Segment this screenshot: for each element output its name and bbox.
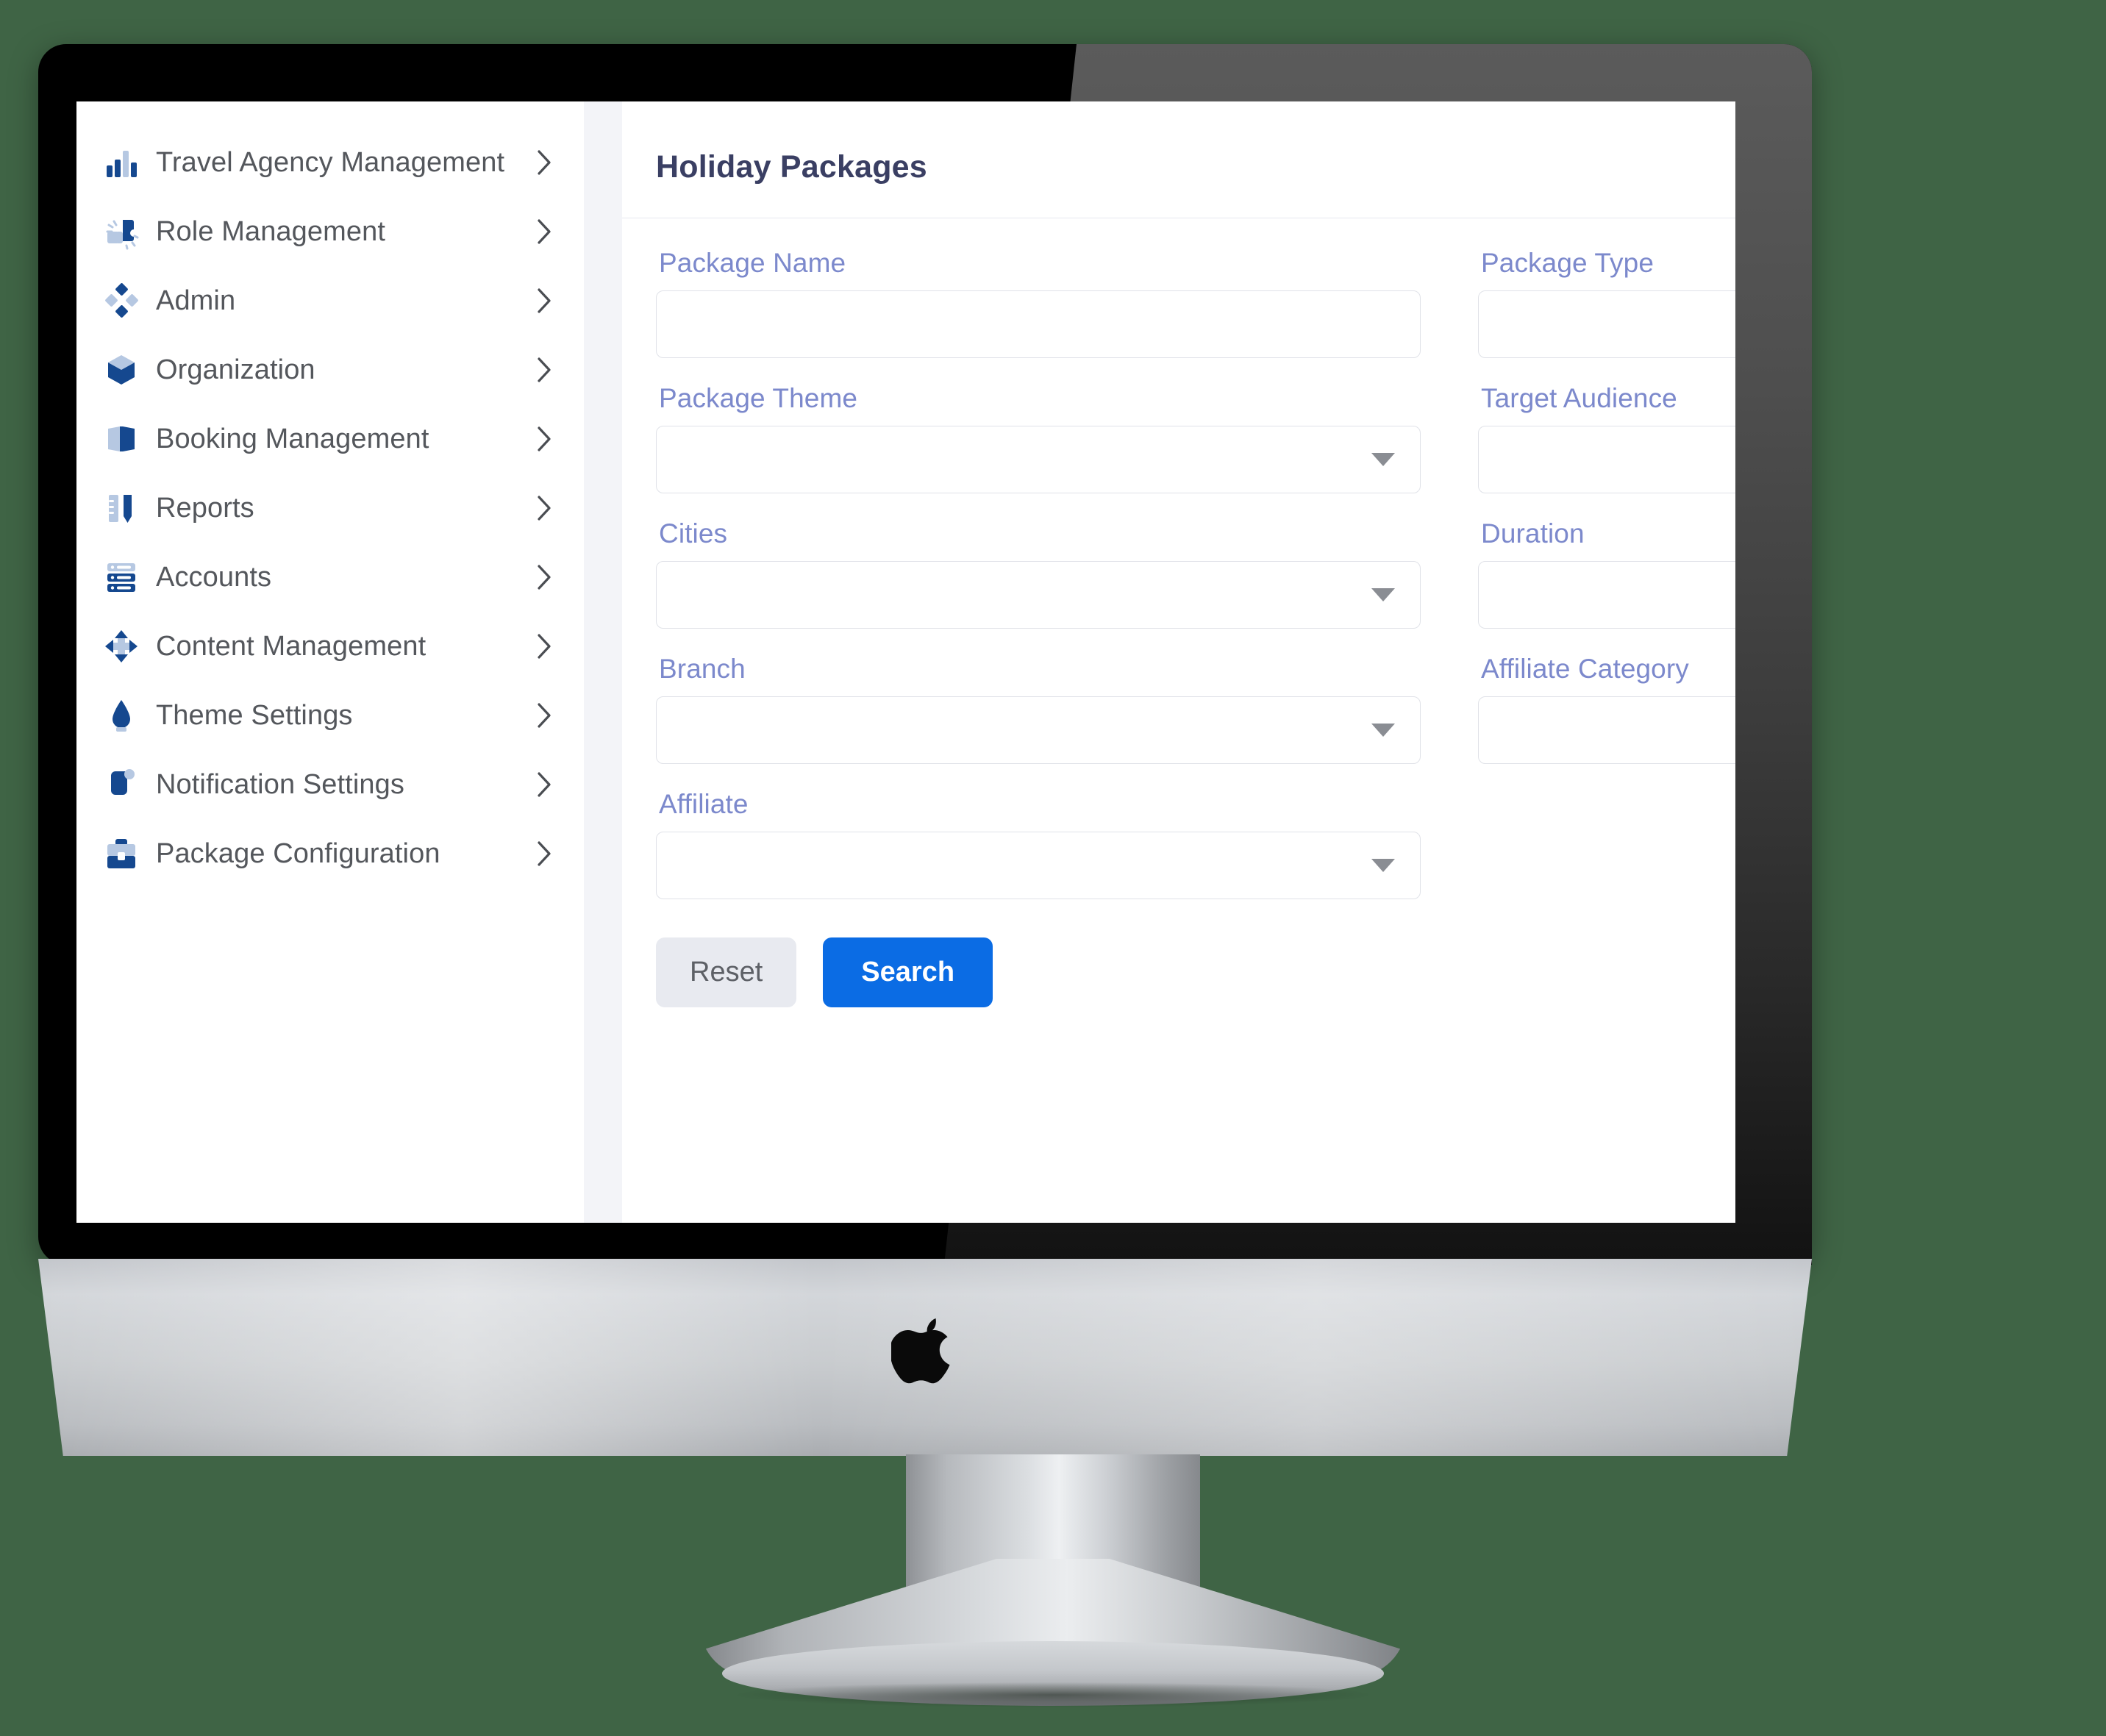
form-actions: Reset Search xyxy=(622,924,1735,1007)
sidebar-item-role-management[interactable]: Role Management xyxy=(76,197,584,266)
app-window: Travel Agency Management Role Management… xyxy=(76,101,1735,1223)
field-label: Cities xyxy=(659,518,728,549)
chevron-right-icon xyxy=(529,424,559,454)
sidebar: Travel Agency Management Role Management… xyxy=(76,101,584,1223)
bell-badge-icon xyxy=(97,763,146,806)
field-label: Package Name xyxy=(659,247,846,278)
branch-select[interactable] xyxy=(656,696,1421,764)
cube-icon xyxy=(97,349,146,391)
imac-monitor: Travel Agency Management Role Management… xyxy=(38,44,1812,1265)
main-content: Holiday Packages Package Name Package Ty… xyxy=(622,101,1735,1223)
chevron-right-icon xyxy=(529,770,559,799)
target-audience-input[interactable] xyxy=(1478,425,1735,493)
package-type-input[interactable] xyxy=(1478,290,1735,358)
chevron-right-icon xyxy=(529,217,559,246)
sidebar-item-label: Reports xyxy=(156,492,254,524)
sidebar-item-booking-management[interactable]: Booking Management xyxy=(76,404,584,474)
field-package-theme: Package Theme xyxy=(656,383,1421,493)
stand-shadow xyxy=(737,1682,1369,1707)
chevron-right-icon xyxy=(529,355,559,385)
chevron-right-icon xyxy=(529,286,559,315)
chevron-down-icon xyxy=(1371,723,1395,737)
field-package-type: Package Type xyxy=(1478,248,1735,358)
sidebar-item-content-management[interactable]: Content Management xyxy=(76,612,584,681)
sidebar-item-label: Accounts xyxy=(156,561,272,593)
ink-drop-icon xyxy=(97,694,146,737)
package-name-input[interactable] xyxy=(656,290,1421,358)
sidebar-item-label: Package Configuration xyxy=(156,837,440,869)
sidebar-item-accounts[interactable]: Accounts xyxy=(76,543,584,612)
chevron-down-icon xyxy=(1371,587,1395,601)
ruler-icon xyxy=(97,487,146,529)
search-button[interactable]: Search xyxy=(823,937,993,1007)
chevron-down-icon xyxy=(1371,858,1395,872)
sidebar-item-label: Theme Settings xyxy=(156,699,353,731)
server-rack-icon xyxy=(97,556,146,599)
affiliate-category-input[interactable] xyxy=(1478,696,1735,764)
field-cities: Cities xyxy=(656,518,1421,629)
sidebar-item-travel-agency-management[interactable]: Travel Agency Management xyxy=(76,128,584,197)
puzzle-piece-icon xyxy=(97,210,146,253)
chevron-right-icon xyxy=(529,632,559,661)
chevron-right-icon xyxy=(529,701,559,730)
field-label: Package Theme xyxy=(659,382,858,413)
sidebar-item-label: Notification Settings xyxy=(156,768,404,800)
imac-chin xyxy=(38,1259,1812,1456)
sidebar-item-reports[interactable]: Reports xyxy=(76,474,584,543)
screen: Travel Agency Management Role Management… xyxy=(76,101,1735,1223)
sidebar-item-label: Organization xyxy=(156,354,315,385)
bar-chart-icon xyxy=(97,141,146,184)
field-label: Package Type xyxy=(1481,247,1655,278)
field-label: Duration xyxy=(1481,518,1585,549)
field-target-audience: Target Audience xyxy=(1478,383,1735,493)
field-affiliate-category: Affiliate Category xyxy=(1478,654,1735,764)
field-label: Target Audience xyxy=(1481,382,1677,413)
search-form: Package Name Package Type Package Theme xyxy=(622,218,1735,924)
cities-select[interactable] xyxy=(656,560,1421,629)
scene: Travel Agency Management Role Management… xyxy=(0,0,2106,1736)
chevron-right-icon xyxy=(529,562,559,592)
move-arrows-icon xyxy=(97,625,146,668)
sidebar-item-admin[interactable]: Admin xyxy=(76,266,584,335)
sidebar-item-theme-settings[interactable]: Theme Settings xyxy=(76,681,584,750)
package-theme-select[interactable] xyxy=(656,425,1421,493)
field-branch: Branch xyxy=(656,654,1421,764)
open-book-icon xyxy=(97,418,146,460)
chevron-right-icon xyxy=(529,148,559,177)
diamonds-icon xyxy=(97,279,146,322)
sidebar-item-organization[interactable]: Organization xyxy=(76,335,584,404)
sidebar-divider xyxy=(584,101,622,1223)
field-affiliate: Affiliate xyxy=(656,789,1421,899)
sidebar-item-label: Content Management xyxy=(156,630,426,662)
field-label: Affiliate Category xyxy=(1481,653,1689,684)
duration-input[interactable] xyxy=(1478,560,1735,629)
chevron-right-icon xyxy=(529,839,559,868)
reset-button[interactable]: Reset xyxy=(656,937,797,1007)
chevron-right-icon xyxy=(529,493,559,523)
affiliate-select[interactable] xyxy=(656,831,1421,899)
field-package-name: Package Name xyxy=(656,248,1421,358)
page-title: Holiday Packages xyxy=(656,149,927,185)
field-duration: Duration xyxy=(1478,518,1735,629)
briefcase-icon xyxy=(97,832,146,875)
sidebar-item-package-configuration[interactable]: Package Configuration xyxy=(76,819,584,888)
chevron-down-icon xyxy=(1371,452,1395,466)
sidebar-item-notification-settings[interactable]: Notification Settings xyxy=(76,750,584,819)
field-label: Affiliate xyxy=(659,788,749,819)
field-label: Branch xyxy=(659,653,746,684)
sidebar-item-label: Booking Management xyxy=(156,423,429,454)
sidebar-item-label: Role Management xyxy=(156,215,386,247)
apple-logo-icon xyxy=(891,1318,950,1384)
sidebar-item-label: Admin xyxy=(156,285,236,316)
sidebar-item-label: Travel Agency Management xyxy=(156,146,505,178)
